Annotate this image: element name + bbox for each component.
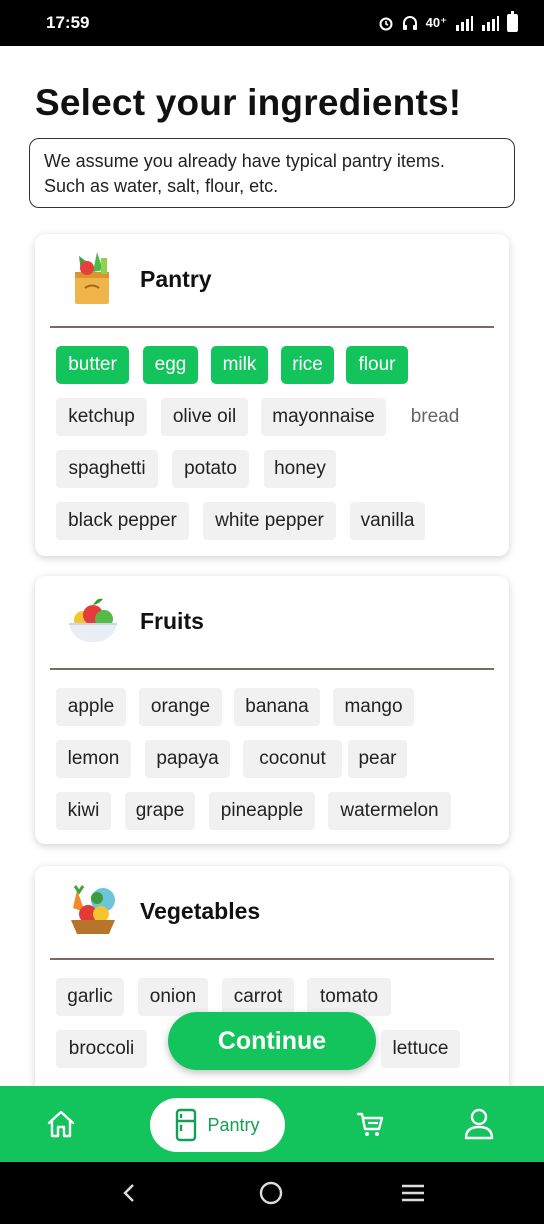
fruits-card-header: Fruits xyxy=(35,576,509,670)
fruits-card: Fruits apple orange banana mango lemon p… xyxy=(35,576,509,844)
page-title: Select your ingredients! xyxy=(35,82,462,123)
chip-lemon[interactable]: lemon xyxy=(56,740,131,778)
chip-broccoli[interactable]: broccoli xyxy=(56,1030,147,1068)
nav-pantry[interactable]: Pantry xyxy=(150,1098,285,1152)
vegetables-divider xyxy=(50,958,494,960)
chip-coconut[interactable]: coconut xyxy=(243,740,342,778)
chip-olive-oil[interactable]: olive oil xyxy=(161,398,248,436)
signal-icon xyxy=(456,16,473,31)
vegetable-basket-icon xyxy=(71,885,115,934)
pantry-note: We assume you already have typical pantr… xyxy=(29,138,515,208)
headset-icon xyxy=(402,16,417,30)
chip-pineapple[interactable]: pineapple xyxy=(209,792,315,830)
status-time: 17:59 xyxy=(46,13,90,32)
fruits-title: Fruits xyxy=(140,608,204,634)
grocery-bag-icon xyxy=(75,252,109,304)
status-icons: 40⁺ xyxy=(378,11,518,32)
chip-lettuce[interactable]: lettuce xyxy=(381,1030,460,1068)
chip-papaya[interactable]: papaya xyxy=(145,740,230,778)
chip-kiwi[interactable]: kiwi xyxy=(56,792,111,830)
vegetables-card-header: Vegetables xyxy=(35,866,509,960)
home-icon xyxy=(47,1110,75,1138)
chip-white-pepper[interactable]: white pepper xyxy=(203,502,336,540)
chip-black-pepper[interactable]: black pepper xyxy=(56,502,189,540)
note-line-1: We assume you already have typical pantr… xyxy=(44,151,445,171)
cart-icon xyxy=(356,1112,384,1136)
chip-orange[interactable]: orange xyxy=(139,688,222,726)
vegetables-title: Vegetables xyxy=(140,898,261,924)
nav-pantry-label: Pantry xyxy=(207,1114,260,1135)
chip-tomato[interactable]: tomato xyxy=(307,978,391,1016)
bottom-nav: Pantry xyxy=(0,1086,544,1162)
chip-garlic[interactable]: garlic xyxy=(56,978,124,1016)
chip-banana[interactable]: banana xyxy=(234,688,320,726)
pantry-title: Pantry xyxy=(140,266,212,292)
chip-rice[interactable]: rice xyxy=(281,346,334,384)
nav-profile[interactable] xyxy=(458,1086,500,1162)
user-icon xyxy=(464,1108,494,1140)
chip-butter[interactable]: butter xyxy=(56,346,129,384)
home-button-icon[interactable] xyxy=(258,1180,284,1206)
chip-onion[interactable]: onion xyxy=(138,978,208,1016)
chip-pear[interactable]: pear xyxy=(348,740,407,778)
note-line-2: Such as water, salt, flour, etc. xyxy=(44,176,279,196)
chip-spaghetti[interactable]: spaghetti xyxy=(56,450,158,488)
main-content[interactable]: Select your ingredients! We assume you a… xyxy=(0,46,544,1086)
chip-mayonnaise[interactable]: mayonnaise xyxy=(261,398,386,436)
fridge-icon xyxy=(176,1108,197,1142)
status-bar: 17:59 40⁺ xyxy=(0,0,544,46)
continue-button[interactable]: Continue xyxy=(168,1012,376,1070)
nav-cart[interactable] xyxy=(350,1086,390,1162)
chip-ketchup[interactable]: ketchup xyxy=(56,398,147,436)
fruit-bowl-icon xyxy=(69,598,117,642)
chip-apple[interactable]: apple xyxy=(56,688,126,726)
signal-icon-2 xyxy=(482,16,499,31)
pantry-card: Pantry butter egg milk rice flour ketchu… xyxy=(35,234,509,556)
battery-icon xyxy=(507,11,518,32)
pantry-card-header: Pantry xyxy=(35,234,509,328)
chip-mango[interactable]: mango xyxy=(333,688,414,726)
system-nav-bar xyxy=(0,1162,544,1224)
chip-bread[interactable]: bread xyxy=(399,398,471,436)
chip-honey[interactable]: honey xyxy=(264,450,336,488)
chip-carrot[interactable]: carrot xyxy=(222,978,294,1016)
chip-vanilla[interactable]: vanilla xyxy=(350,502,425,540)
chip-milk[interactable]: milk xyxy=(211,346,268,384)
recents-icon[interactable] xyxy=(400,1181,426,1205)
nav-home[interactable] xyxy=(38,1086,84,1162)
pantry-divider xyxy=(50,326,494,328)
network-type: 40⁺ xyxy=(425,15,447,30)
alarm-icon xyxy=(379,17,393,31)
chip-egg[interactable]: egg xyxy=(143,346,198,384)
chip-flour[interactable]: flour xyxy=(346,346,408,384)
fruits-divider xyxy=(50,668,494,670)
back-icon[interactable] xyxy=(118,1181,142,1205)
chip-watermelon[interactable]: watermelon xyxy=(328,792,451,830)
chip-grape[interactable]: grape xyxy=(125,792,195,830)
chip-potato[interactable]: potato xyxy=(172,450,249,488)
